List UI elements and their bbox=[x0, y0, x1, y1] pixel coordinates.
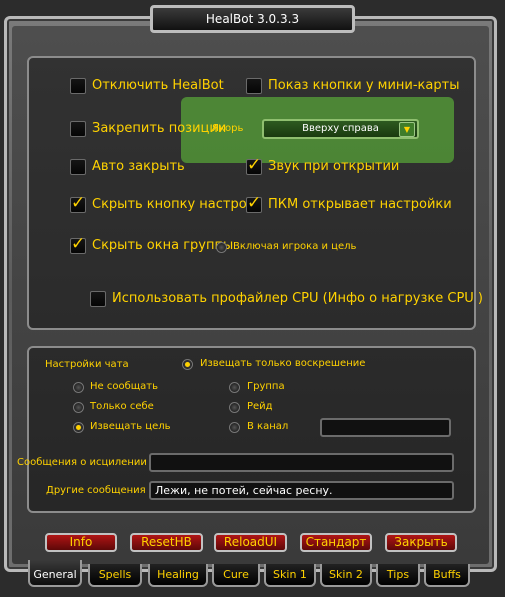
default-button[interactable]: Стандарт bbox=[300, 533, 372, 552]
window-title: HealBot 3.0.3.3 bbox=[150, 5, 355, 33]
checkmark-icon: ✓ bbox=[71, 234, 86, 254]
sound-on-open-label: Звук при открытии bbox=[268, 159, 400, 174]
anchor-label: Якорь bbox=[212, 123, 244, 134]
tab-spells[interactable]: Spells bbox=[88, 564, 142, 587]
other-messages-input[interactable]: Лежи, не потей, сейчас ресну. bbox=[149, 481, 454, 500]
other-messages-label: Другие сообщения bbox=[46, 485, 146, 496]
chat-option-radio[interactable] bbox=[229, 422, 240, 433]
info-button[interactable]: Info bbox=[45, 533, 117, 552]
tab-general[interactable]: General bbox=[28, 560, 82, 587]
auto-close-label: Авто закрыть bbox=[92, 159, 185, 174]
rmb-opens-options-label: ПКМ открывает настройки bbox=[268, 197, 452, 212]
notify-res-only-radio[interactable] bbox=[182, 359, 193, 370]
lock-position-checkbox[interactable] bbox=[70, 121, 86, 137]
chat-option-label: Не сообщать bbox=[90, 381, 159, 392]
chat-option-label: Извещать цель bbox=[90, 421, 171, 432]
chat-option-label: Группа bbox=[247, 381, 285, 392]
tab-buffs[interactable]: Buffs bbox=[424, 564, 470, 587]
lock-position-label: Закрепить позиции bbox=[92, 121, 227, 136]
close-button[interactable]: Закрыть bbox=[385, 533, 457, 552]
include-player-target-label: Включая игрока и цель bbox=[233, 241, 357, 252]
checkmark-icon: ✓ bbox=[71, 193, 86, 213]
rmb-opens-options-checkbox[interactable]: ✓ bbox=[246, 193, 262, 213]
tab-skin-1[interactable]: Skin 1 bbox=[264, 564, 316, 587]
hide-party-frames-label: Скрыть окна группы bbox=[92, 238, 234, 253]
channel-input[interactable] bbox=[320, 418, 451, 437]
chat-option-radio[interactable] bbox=[229, 382, 240, 393]
anchor-dropdown-value: Вверху справа bbox=[302, 123, 379, 134]
chat-section-label: Настройки чата bbox=[45, 359, 129, 370]
heal-messages-input[interactable] bbox=[149, 453, 454, 472]
hide-options-button-checkbox[interactable]: ✓ bbox=[70, 193, 86, 213]
chat-option-label: Рейд bbox=[247, 401, 273, 412]
disable-healbot-label: Отключить HealBot bbox=[92, 78, 224, 93]
tab-healing[interactable]: Healing bbox=[148, 564, 208, 587]
minimap-button-checkbox[interactable] bbox=[246, 78, 262, 94]
checkmark-icon: ✓ bbox=[247, 155, 262, 175]
checkmark-icon: ✓ bbox=[247, 193, 262, 213]
chat-option-radio[interactable] bbox=[73, 422, 84, 433]
reset-hb-button[interactable]: ResetHB bbox=[130, 533, 203, 552]
auto-close-checkbox[interactable] bbox=[70, 159, 86, 175]
cpu-profiler-checkbox[interactable] bbox=[90, 291, 106, 307]
hide-options-button-label: Скрыть кнопку настроек bbox=[92, 197, 263, 212]
minimap-button-label: Показ кнопки у мини-карты bbox=[268, 78, 460, 93]
disable-healbot-checkbox[interactable] bbox=[70, 78, 86, 94]
cpu-profiler-label: Использовать профайлер CPU (Инфо о нагру… bbox=[112, 291, 484, 306]
chat-option-radio[interactable] bbox=[73, 382, 84, 393]
tab-skin-2[interactable]: Skin 2 bbox=[320, 564, 372, 587]
chat-option-radio[interactable] bbox=[73, 402, 84, 413]
chat-option-label: Только себе bbox=[90, 401, 154, 412]
tab-cure[interactable]: Cure bbox=[212, 564, 260, 587]
hide-party-frames-checkbox[interactable]: ✓ bbox=[70, 234, 86, 254]
tab-tips[interactable]: Tips bbox=[376, 564, 420, 587]
chat-option-radio[interactable] bbox=[229, 402, 240, 413]
chevron-down-icon[interactable]: ▼ bbox=[399, 122, 415, 137]
notify-res-only-label: Извещать только воскрешение bbox=[200, 358, 366, 369]
chat-option-label: В канал bbox=[247, 421, 289, 432]
anchor-dropdown[interactable]: Вверху справа ▼ bbox=[262, 119, 419, 139]
sound-on-open-checkbox[interactable]: ✓ bbox=[246, 155, 262, 175]
reload-ui-button[interactable]: ReloadUI bbox=[214, 533, 287, 552]
heal-messages-label: Сообщения о исцилении bbox=[17, 457, 147, 468]
include-player-target-radio[interactable] bbox=[216, 242, 227, 253]
